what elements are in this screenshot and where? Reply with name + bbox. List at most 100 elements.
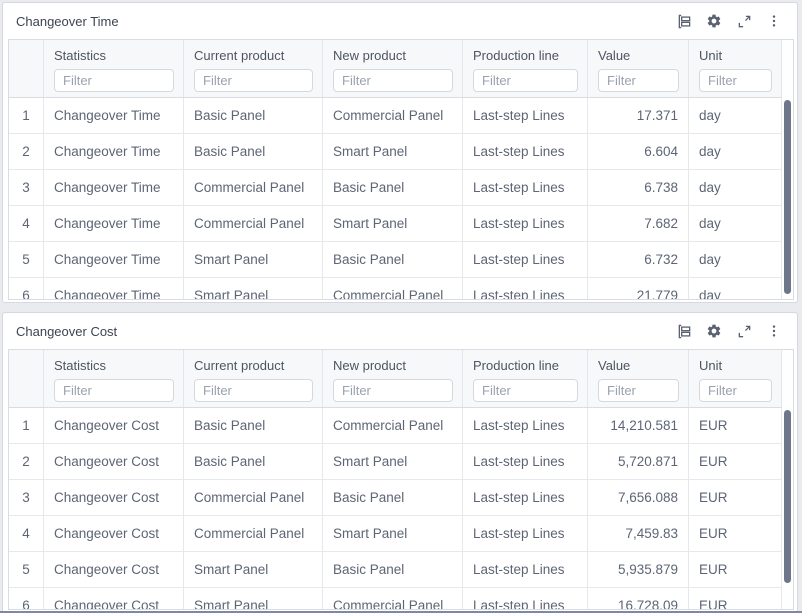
cell-statistics: Changeover Time — [44, 170, 184, 205]
filter-input-new-product[interactable] — [333, 379, 453, 402]
scrollbar-thumb[interactable] — [784, 100, 791, 294]
expand-button[interactable] — [734, 11, 754, 31]
table-row[interactable]: 1 Changeover Time Basic Panel Commercial… — [9, 98, 782, 134]
cell-new-product: Smart Panel — [323, 516, 463, 551]
cell-value: 5,720.871 — [588, 444, 689, 479]
scrollbar-thumb[interactable] — [784, 410, 791, 583]
column-label: New product — [333, 358, 453, 373]
header-unit: Unit — [689, 350, 781, 407]
header-row-number — [9, 40, 44, 97]
cell-unit: EUR — [689, 516, 781, 551]
table-row[interactable]: 3 Changeover Cost Commercial Panel Basic… — [9, 480, 782, 516]
cell-unit: EUR — [689, 552, 781, 587]
cell-value: 7,459.83 — [588, 516, 689, 551]
cell-new-product: Basic Panel — [323, 552, 463, 587]
grid-header: Statistics Current product New product P… — [9, 40, 782, 98]
cell-current-product: Smart Panel — [184, 588, 323, 609]
cell-current-product: Commercial Panel — [184, 206, 323, 241]
cell-unit: day — [689, 278, 781, 299]
header-row-number — [9, 350, 44, 407]
widget-header: Changeover Time — [3, 3, 797, 39]
column-label: Value — [598, 358, 679, 373]
table-row[interactable]: 3 Changeover Time Commercial Panel Basic… — [9, 170, 782, 206]
table-row[interactable]: 4 Changeover Time Commercial Panel Smart… — [9, 206, 782, 242]
kebab-menu-button[interactable] — [764, 11, 784, 31]
widget-header: Changeover Cost — [3, 313, 797, 349]
column-label: Value — [598, 48, 679, 63]
cell-unit: day — [689, 134, 781, 169]
filter-input-production-line[interactable] — [473, 379, 578, 402]
vertical-scrollbar[interactable] — [782, 98, 793, 299]
table-row[interactable]: 6 Changeover Time Smart Panel Commercial… — [9, 278, 782, 299]
row-number: 4 — [9, 206, 44, 241]
expand-icon — [737, 14, 752, 29]
settings-button[interactable] — [704, 321, 724, 341]
table-row[interactable]: 2 Changeover Time Basic Panel Smart Pane… — [9, 134, 782, 170]
cell-new-product: Basic Panel — [323, 170, 463, 205]
cell-production-line: Last-step Lines — [463, 444, 588, 479]
column-label: Current product — [194, 48, 313, 63]
filter-input-production-line[interactable] — [473, 69, 578, 92]
filter-input-current-product[interactable] — [194, 69, 313, 92]
cell-value: 17.371 — [588, 98, 689, 133]
header-current-product: Current product — [184, 40, 323, 97]
filter-input-unit[interactable] — [699, 69, 772, 92]
header-value: Value — [588, 350, 689, 407]
filter-input-statistics[interactable] — [54, 379, 174, 402]
settings-button[interactable] — [704, 11, 724, 31]
table-row[interactable]: 4 Changeover Cost Commercial Panel Smart… — [9, 516, 782, 552]
filter-input-statistics[interactable] — [54, 69, 174, 92]
cell-unit: EUR — [689, 444, 781, 479]
cell-new-product: Smart Panel — [323, 134, 463, 169]
grid-body: 1 Changeover Cost Basic Panel Commercial… — [9, 408, 793, 609]
column-label: Production line — [473, 358, 578, 373]
filter-input-current-product[interactable] — [194, 379, 313, 402]
header-production-line: Production line — [463, 40, 588, 97]
header-value: Value — [588, 40, 689, 97]
cell-production-line: Last-step Lines — [463, 242, 588, 277]
row-number: 1 — [9, 98, 44, 133]
cell-new-product: Commercial Panel — [323, 98, 463, 133]
data-grid: Statistics Current product New product P… — [8, 39, 794, 300]
table-row[interactable]: 6 Changeover Cost Smart Panel Commercial… — [9, 588, 782, 609]
table-row[interactable]: 5 Changeover Time Smart Panel Basic Pane… — [9, 242, 782, 278]
vertical-scrollbar[interactable] — [782, 408, 793, 609]
cell-statistics: Changeover Cost — [44, 588, 184, 609]
filter-input-new-product[interactable] — [333, 69, 453, 92]
filter-input-value[interactable] — [598, 69, 679, 92]
header-production-line: Production line — [463, 350, 588, 407]
widget-changeover-cost: Changeover Cost — [2, 312, 798, 613]
cell-statistics: Changeover Cost — [44, 408, 184, 443]
cell-production-line: Last-step Lines — [463, 98, 588, 133]
cell-statistics: Changeover Time — [44, 242, 184, 277]
cell-statistics: Changeover Cost — [44, 552, 184, 587]
expand-button[interactable] — [734, 321, 754, 341]
cell-new-product: Commercial Panel — [323, 408, 463, 443]
filter-input-value[interactable] — [598, 379, 679, 402]
widget-changeover-time: Changeover Time — [2, 2, 798, 303]
cell-production-line: Last-step Lines — [463, 552, 588, 587]
cell-new-product: Commercial Panel — [323, 588, 463, 609]
cell-production-line: Last-step Lines — [463, 170, 588, 205]
cell-value: 14,210.581 — [588, 408, 689, 443]
table-row[interactable]: 1 Changeover Cost Basic Panel Commercial… — [9, 408, 782, 444]
cell-unit: EUR — [689, 408, 781, 443]
table-panel-button[interactable] — [674, 321, 694, 341]
column-label: Statistics — [54, 48, 174, 63]
data-grid: Statistics Current product New product P… — [8, 349, 794, 610]
table-row[interactable]: 5 Changeover Cost Smart Panel Basic Pane… — [9, 552, 782, 588]
row-number: 6 — [9, 278, 44, 299]
cell-current-product: Basic Panel — [184, 408, 323, 443]
grid-body: 1 Changeover Time Basic Panel Commercial… — [9, 98, 793, 299]
cell-value: 7,656.088 — [588, 480, 689, 515]
cell-current-product: Commercial Panel — [184, 170, 323, 205]
cell-current-product: Basic Panel — [184, 98, 323, 133]
cell-unit: EUR — [689, 588, 781, 609]
cell-unit: day — [689, 170, 781, 205]
table-row[interactable]: 2 Changeover Cost Basic Panel Smart Pane… — [9, 444, 782, 480]
cell-value: 6.604 — [588, 134, 689, 169]
kebab-menu-button[interactable] — [764, 321, 784, 341]
table-panel-button[interactable] — [674, 11, 694, 31]
cell-new-product: Basic Panel — [323, 480, 463, 515]
filter-input-unit[interactable] — [699, 379, 772, 402]
